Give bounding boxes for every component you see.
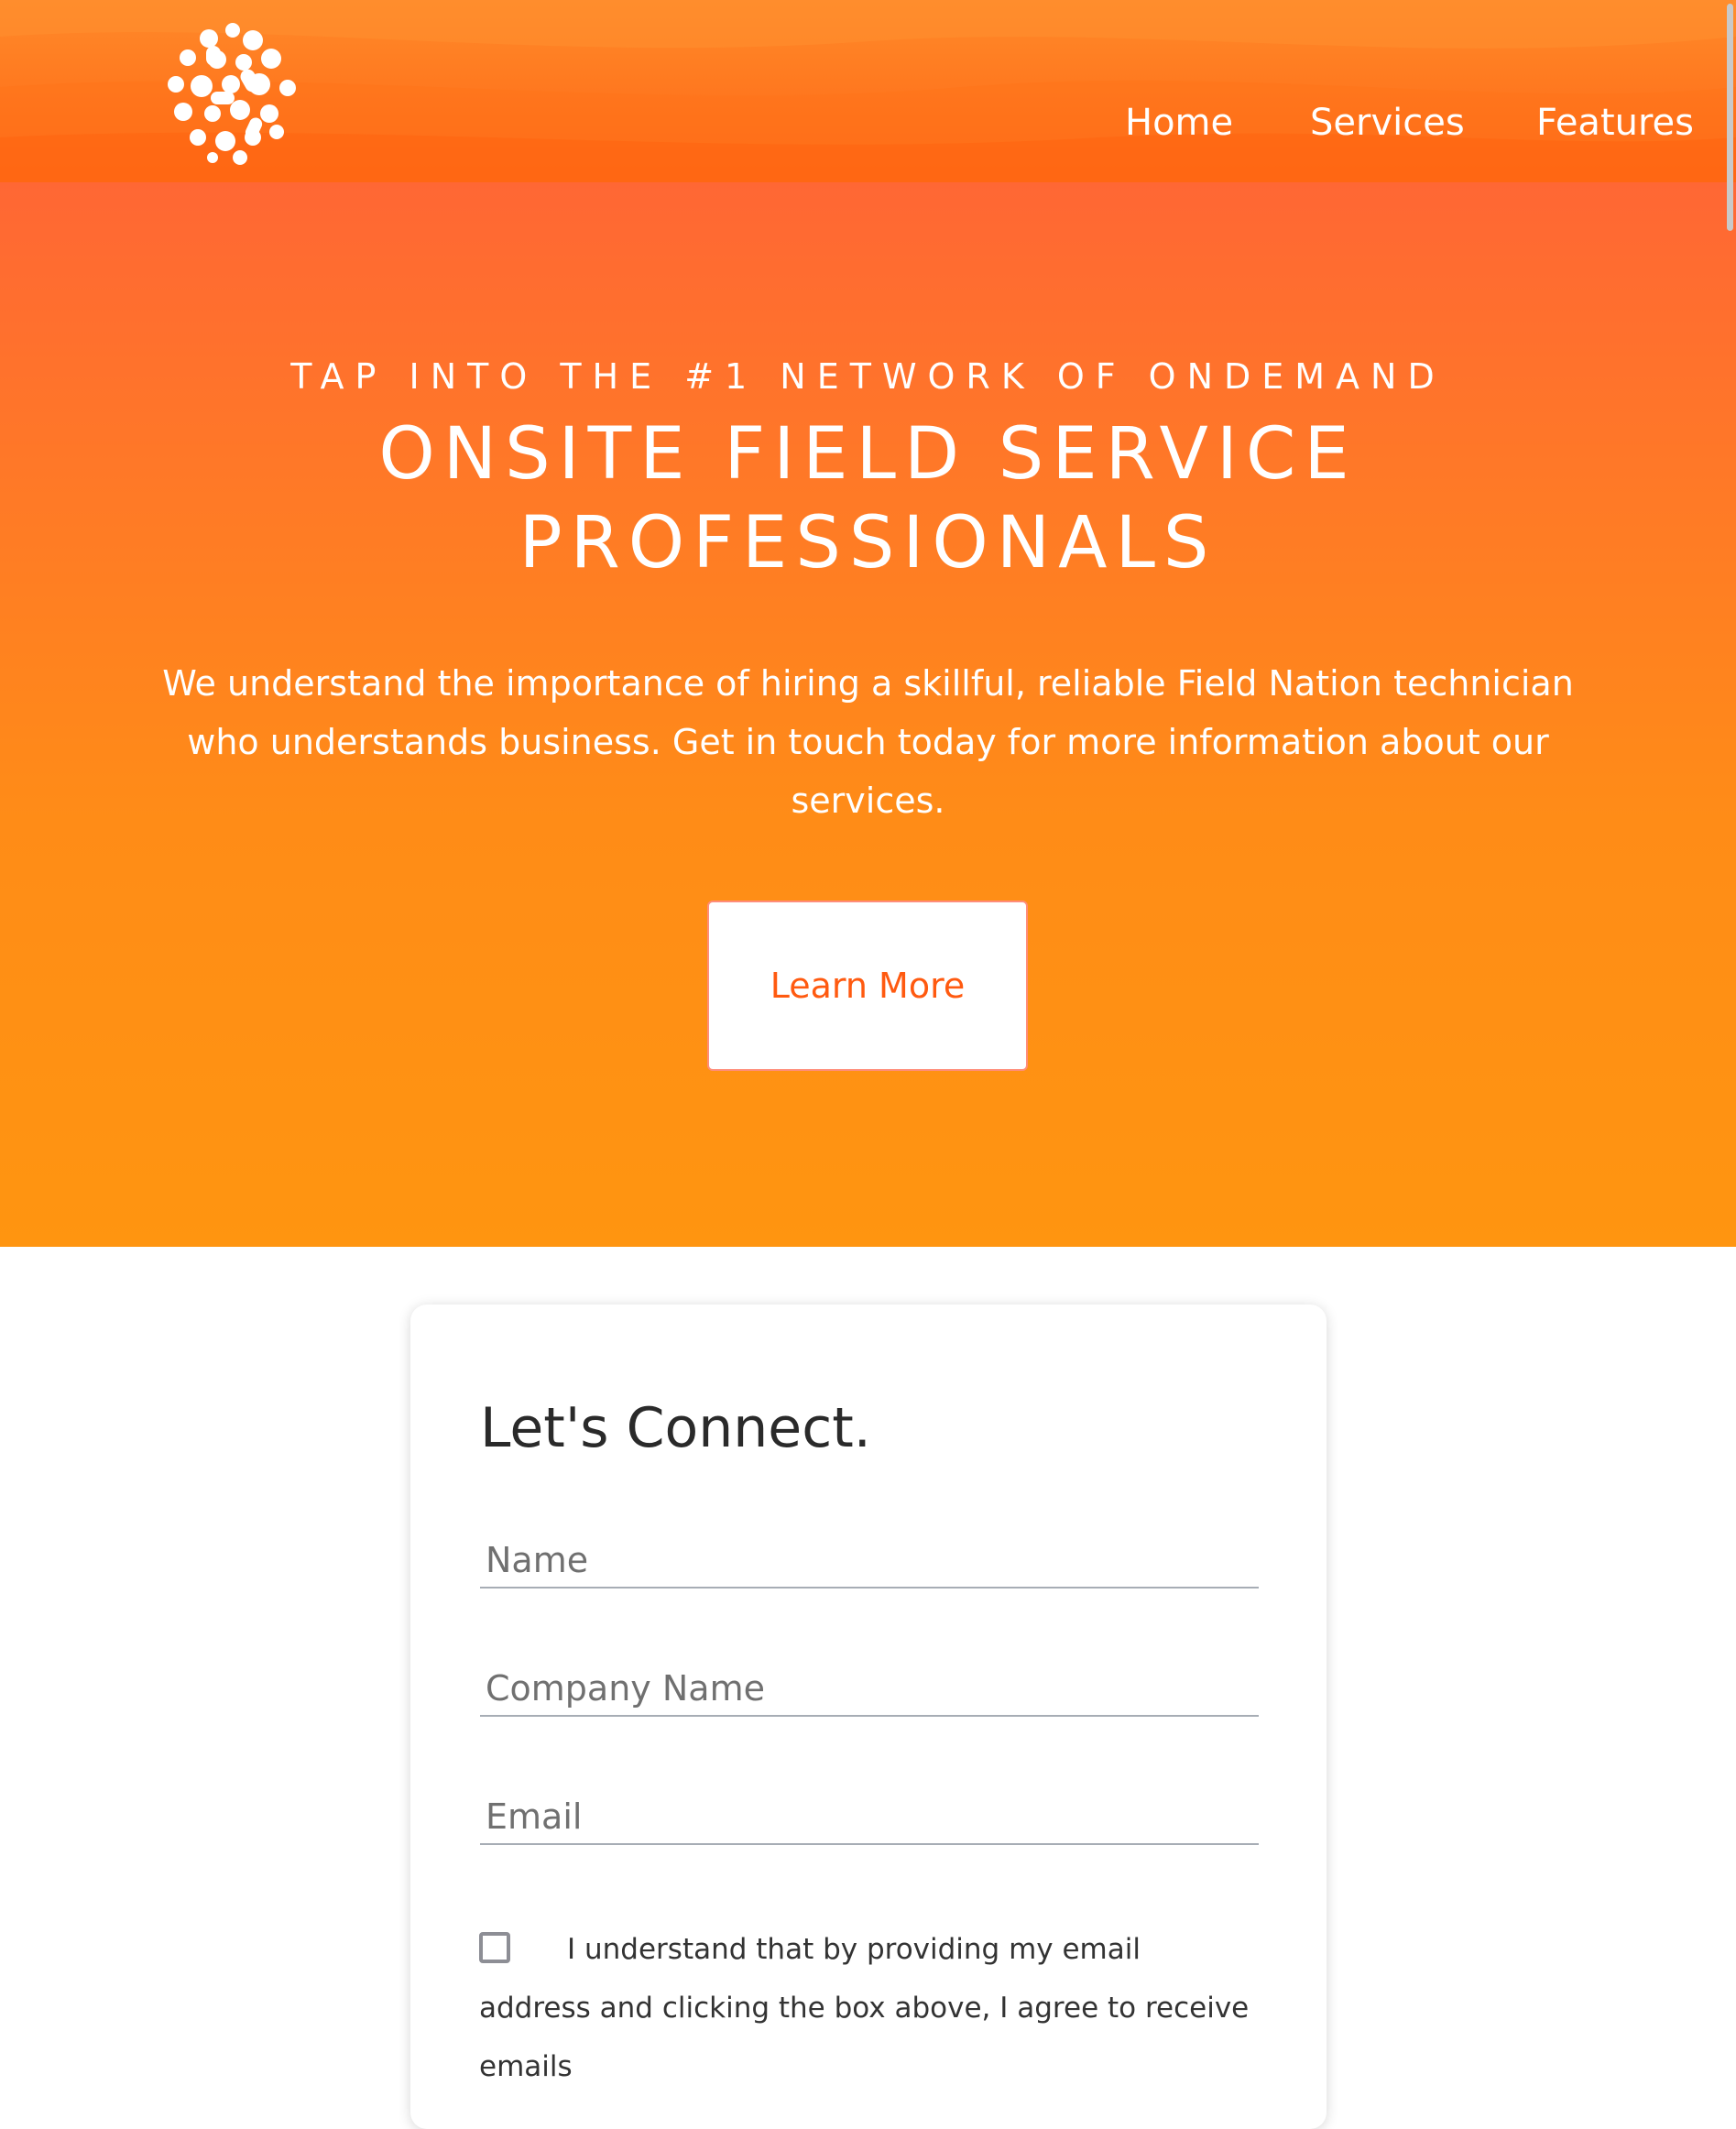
scrollbar-thumb[interactable] xyxy=(1727,4,1733,231)
site-logo[interactable] xyxy=(156,18,307,169)
consent-checkbox[interactable] xyxy=(479,1932,510,1963)
consent-text: I understand that by providing my email … xyxy=(479,1933,1250,2083)
email-input[interactable] xyxy=(480,1790,1259,1845)
nav-services-link[interactable]: Services xyxy=(1310,97,1465,148)
nav-home-link[interactable]: Home xyxy=(1125,97,1233,148)
site-header: Home Services Features xyxy=(0,0,1736,182)
hero-pretitle: TAP INTO THE #1 NETWORK OF ONDEMAND xyxy=(290,356,1446,397)
nav-features-link[interactable]: Features xyxy=(1536,97,1694,148)
learn-more-button[interactable]: Learn More xyxy=(707,901,1028,1071)
blob-sphere-logo-icon xyxy=(168,23,296,165)
contact-title: Let's Connect. xyxy=(480,1396,871,1460)
hero-title: ONSITE FIELD SERVICE PROFESSIONALS xyxy=(378,413,1358,584)
name-input[interactable] xyxy=(480,1534,1259,1589)
hero-description: We understand the importance of hiring a… xyxy=(162,663,1574,821)
company-name-input[interactable] xyxy=(480,1662,1259,1717)
